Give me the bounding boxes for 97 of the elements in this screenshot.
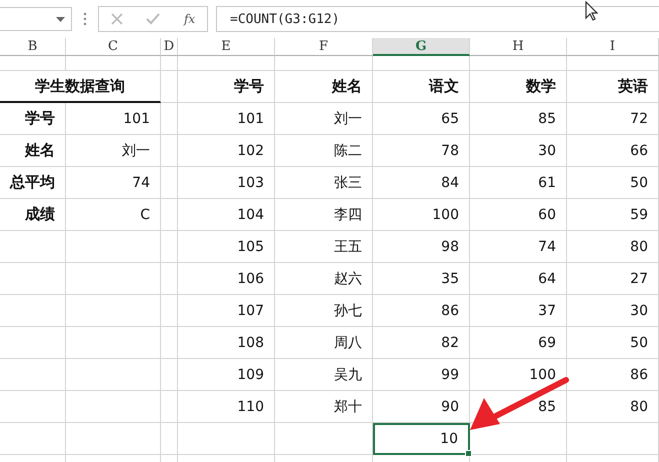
table-cell: 60: [470, 199, 567, 231]
table-cell: 103: [178, 167, 275, 199]
table-cell: 104: [178, 199, 275, 231]
empty-cell: [0, 327, 66, 359]
table-cell: 66: [567, 135, 659, 167]
table-cell: 郑十: [275, 391, 373, 423]
checkmark-icon[interactable]: [146, 13, 160, 25]
table-cell: 84: [373, 167, 470, 199]
cancel-icon[interactable]: [110, 13, 123, 25]
table-cell: 78: [373, 135, 470, 167]
table-cell: 109: [178, 359, 275, 391]
column-header-cell: 语文: [373, 71, 470, 103]
empty-cell: [161, 167, 178, 199]
column-header[interactable]: C: [66, 38, 161, 56]
empty-cell: [161, 71, 178, 103]
query-title: 学生数据查询: [0, 71, 161, 103]
table-cell: 90: [373, 391, 470, 423]
empty-cell: [161, 423, 178, 455]
table-cell: 周八: [275, 327, 373, 359]
field-value: 刘一: [66, 135, 161, 167]
table-cell: 98: [373, 231, 470, 263]
column-header[interactable]: E: [178, 38, 275, 56]
table-cell: 59: [567, 199, 659, 231]
table-cell: 86: [373, 295, 470, 327]
empty-cell: [161, 103, 178, 135]
table-cell: 37: [470, 295, 567, 327]
table-cell: 61: [470, 167, 567, 199]
table-cell: 50: [567, 167, 659, 199]
table-cell: 82: [373, 327, 470, 359]
table-cell: 108: [178, 327, 275, 359]
column-header-cell: 姓名: [275, 71, 373, 103]
empty-cell: [161, 231, 178, 263]
empty-cell: [161, 56, 178, 71]
column-header-cell: 学号: [178, 71, 275, 103]
table-cell: 30: [567, 295, 659, 327]
dropdown-caret-icon[interactable]: [56, 16, 65, 22]
table-cell: 110: [178, 391, 275, 423]
table-cell: 85: [470, 103, 567, 135]
empty-cell: [161, 327, 178, 359]
table-cell: 80: [567, 391, 659, 423]
field-label: 成绩: [0, 199, 66, 231]
table-cell: 35: [373, 263, 470, 295]
table-cell: 27: [567, 263, 659, 295]
table-cell: 107: [178, 295, 275, 327]
field-value: 74: [66, 167, 161, 199]
empty-cell: [161, 135, 178, 167]
empty-cell: [161, 263, 178, 295]
table-cell: 100: [470, 359, 567, 391]
empty-cell: [0, 56, 66, 71]
empty-cell: [0, 231, 66, 263]
empty-cell: [0, 359, 66, 391]
table-cell: 孙七: [275, 295, 373, 327]
column-header[interactable]: B: [0, 38, 66, 56]
table-cell: 吴九: [275, 359, 373, 391]
column-header-cell: 英语: [567, 71, 659, 103]
table-cell: 30: [470, 135, 567, 167]
table-cell: 64: [470, 263, 567, 295]
table-cell: 74: [470, 231, 567, 263]
column-header[interactable]: H: [470, 38, 567, 56]
field-label: 姓名: [0, 135, 66, 167]
empty-cell: [161, 295, 178, 327]
table-cell: 陈二: [275, 135, 373, 167]
table-cell: 张三: [275, 167, 373, 199]
column-header[interactable]: G: [373, 38, 470, 56]
table-cell: 50: [567, 327, 659, 359]
empty-cell: [161, 391, 178, 423]
empty-cell: [0, 391, 66, 423]
formula-field[interactable]: =COUNT(G3:G12): [216, 6, 659, 32]
empty-cell: [161, 199, 178, 231]
table-cell: 106: [178, 263, 275, 295]
table-cell: 刘一: [275, 103, 373, 135]
table-cell: 李四: [275, 199, 373, 231]
column-header-cell: 数学: [470, 71, 567, 103]
table-cell: 99: [373, 359, 470, 391]
field-label: 学号: [0, 103, 66, 135]
empty-cell: [0, 423, 66, 455]
table-cell: 王五: [275, 231, 373, 263]
insert-function-button[interactable]: fx: [184, 12, 196, 26]
count-result-cell[interactable]: 10: [373, 423, 470, 455]
table-cell: 65: [373, 103, 470, 135]
table-cell: 80: [567, 231, 659, 263]
table-cell: 72: [567, 103, 659, 135]
table-cell: 100: [373, 199, 470, 231]
field-label: 总平均: [0, 167, 66, 199]
empty-cell: [0, 263, 66, 295]
table-cell: 86: [567, 359, 659, 391]
table-cell: 69: [470, 327, 567, 359]
empty-cell: [161, 359, 178, 391]
table-cell: 101: [178, 103, 275, 135]
table-cell: 赵六: [275, 263, 373, 295]
table-cell: 105: [178, 231, 275, 263]
field-value: C: [66, 199, 161, 231]
empty-cell: [0, 295, 66, 327]
column-header[interactable]: D: [161, 38, 178, 56]
table-cell: 102: [178, 135, 275, 167]
field-value: 101: [66, 103, 161, 135]
column-header[interactable]: I: [567, 38, 659, 56]
